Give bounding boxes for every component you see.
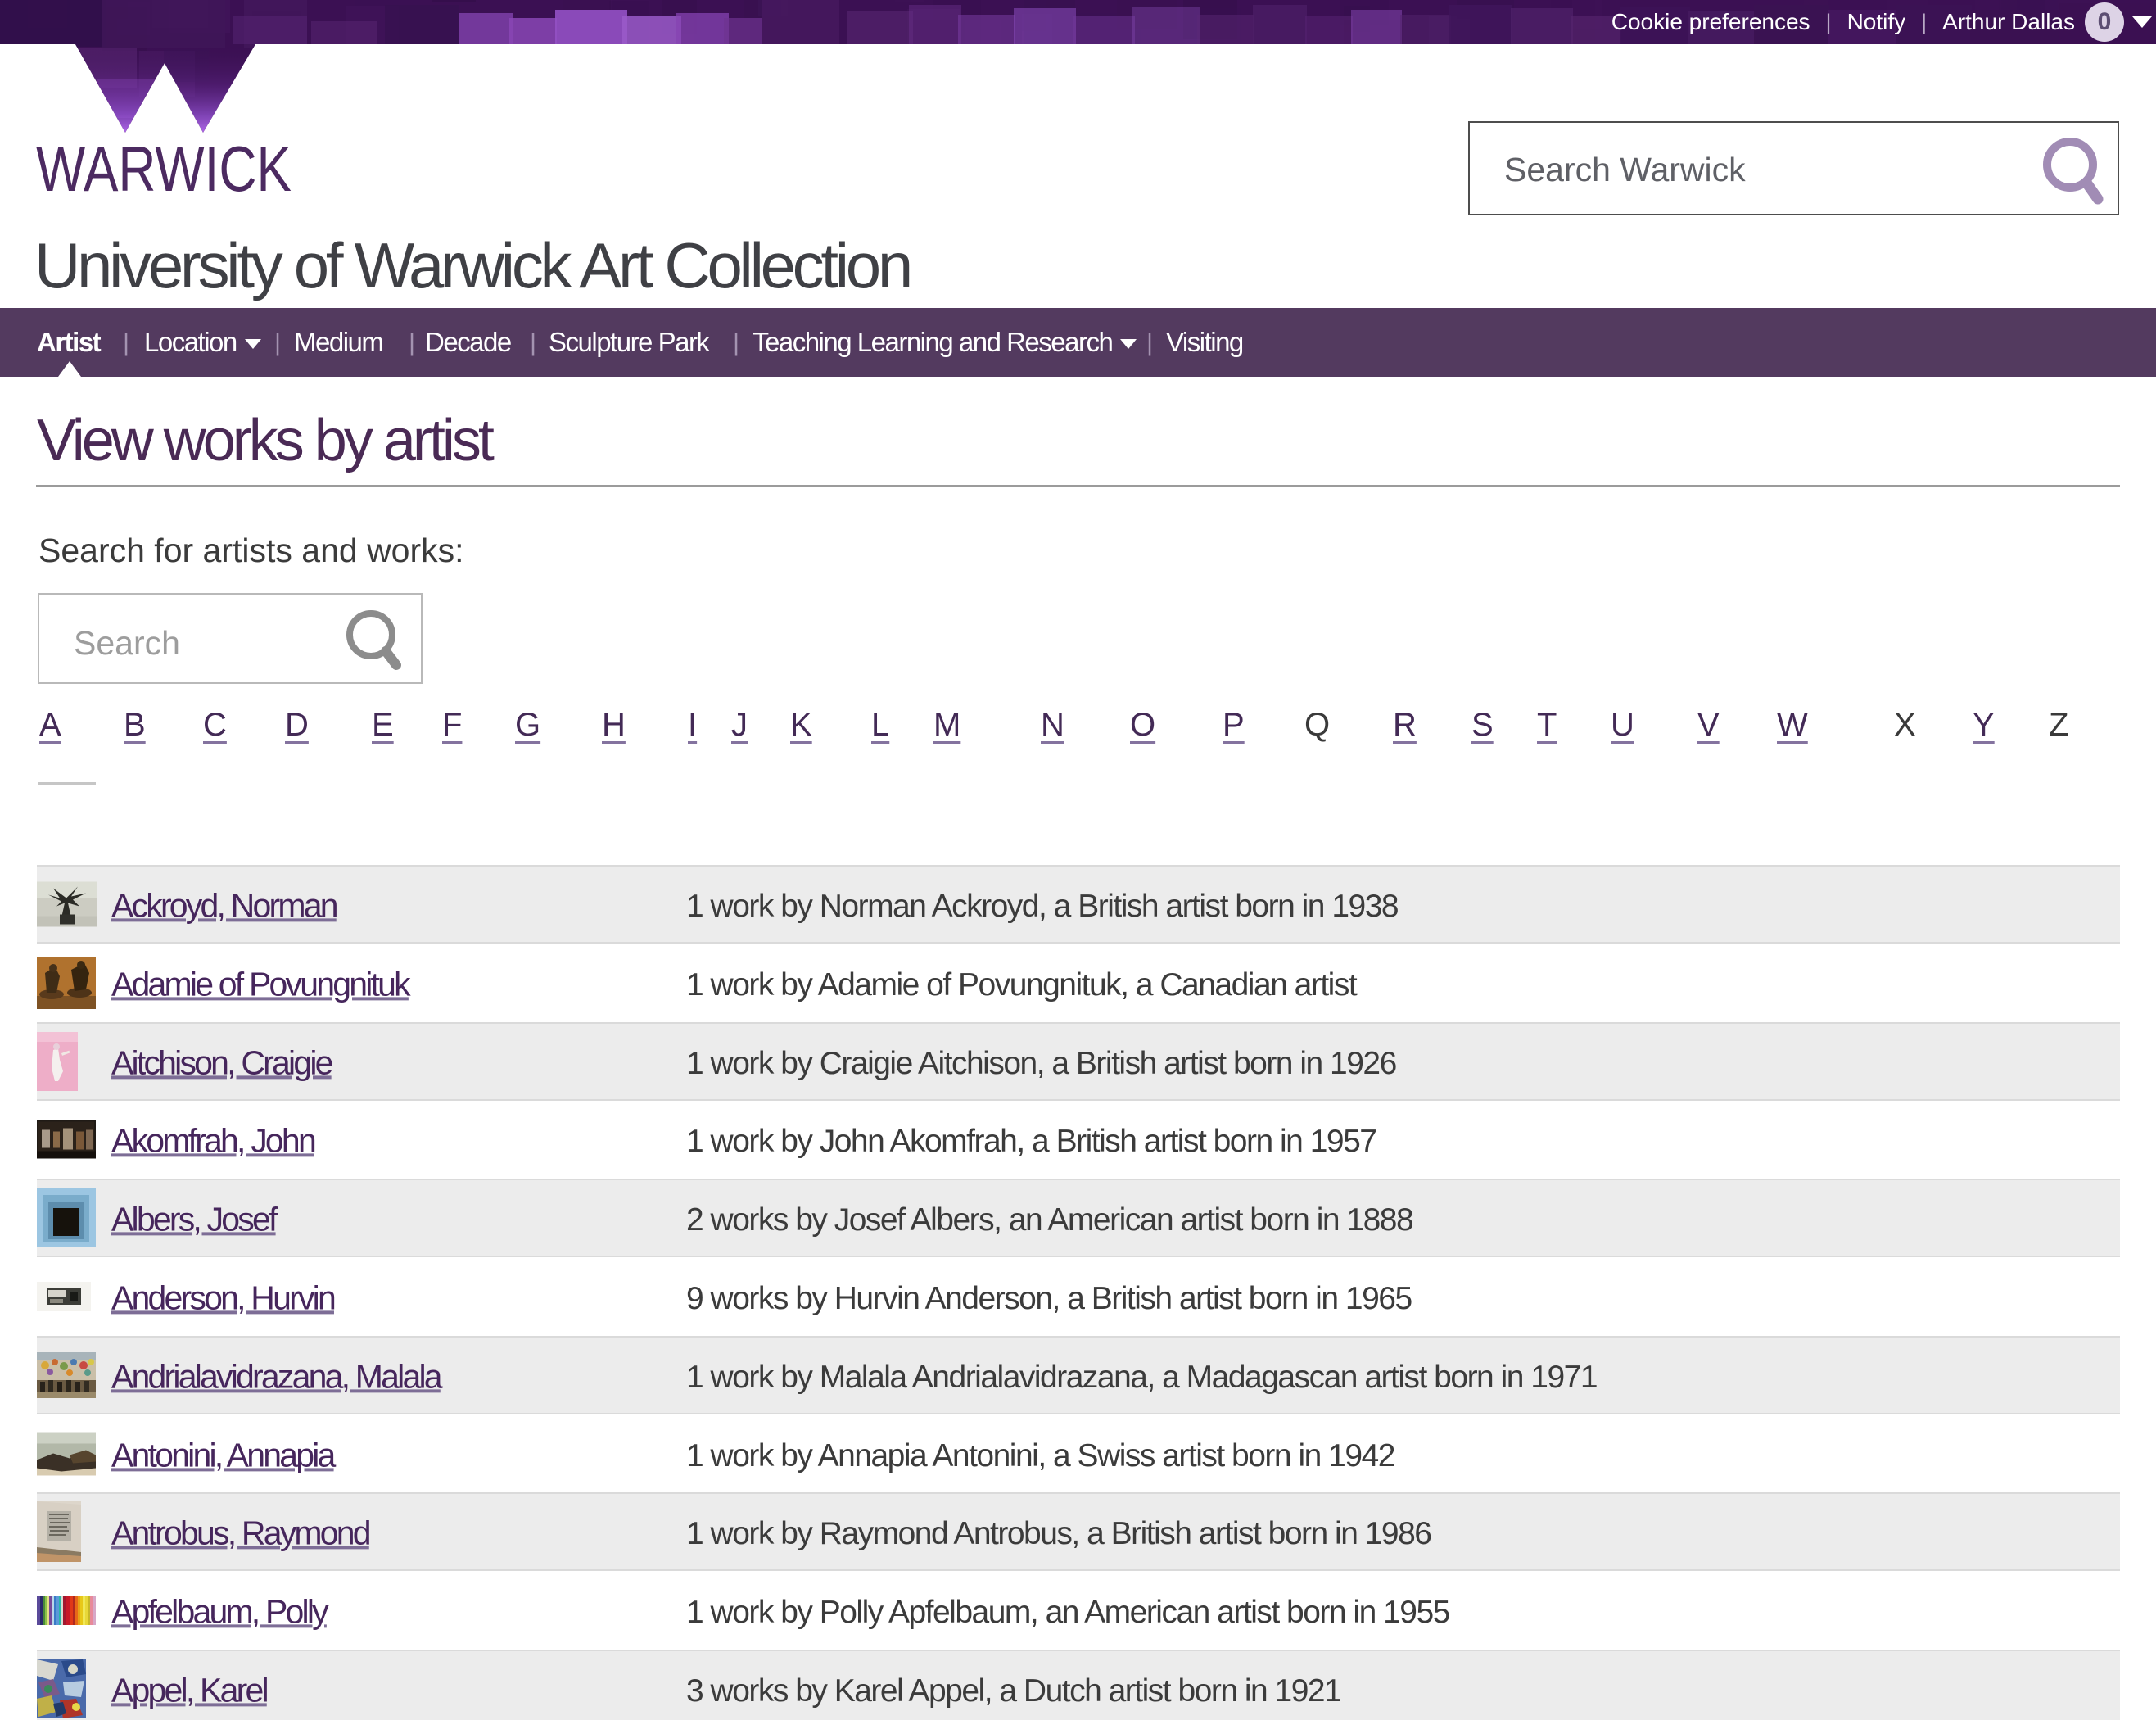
svg-text:WARWICK: WARWICK — [36, 145, 292, 196]
